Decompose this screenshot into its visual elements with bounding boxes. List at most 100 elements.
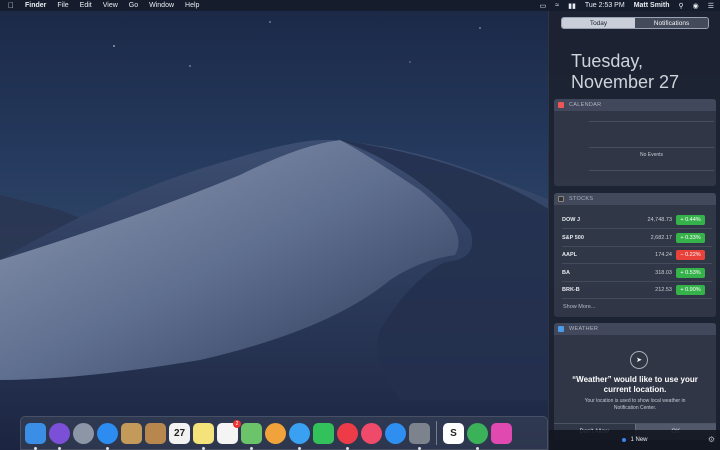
notification-center: Today Notifications Tuesday, November 27… xyxy=(548,11,720,450)
calendar-icon[interactable]: 27 xyxy=(169,422,190,444)
weather-permission-title-line1: “Weather” would like to use your xyxy=(572,375,698,384)
weather-header-label: WEATHER xyxy=(569,326,599,332)
dock-separator xyxy=(436,421,437,445)
evernote-icon[interactable] xyxy=(467,422,488,450)
photos-icon[interactable] xyxy=(265,422,286,444)
stock-change-badge[interactable]: + 0.33% xyxy=(676,232,705,243)
calendar-icon xyxy=(558,102,564,108)
facetime-icon[interactable] xyxy=(313,422,334,444)
calendar-header-label: CALENDAR xyxy=(569,102,602,108)
stocks-show-more-link[interactable]: Show More... xyxy=(563,304,595,310)
notification-center-icon[interactable]: ☰ xyxy=(708,2,714,10)
airplay-icon[interactable]: ▭ xyxy=(540,2,547,10)
maps-icon[interactable] xyxy=(241,422,262,450)
stock-row[interactable]: BRK-B 212.53 + 0.90% xyxy=(562,282,712,299)
running-indicator xyxy=(202,446,205,450)
new-indicator-dot xyxy=(622,438,627,442)
tab-today[interactable]: Today xyxy=(562,18,635,28)
today-notifications-segmented-control: Today Notifications xyxy=(561,17,709,29)
colorful-app-icon[interactable] xyxy=(491,422,512,444)
stock-row[interactable]: BA 318.03 + 0.53% xyxy=(562,265,712,282)
stock-price: 318.03 xyxy=(655,269,672,276)
weather-icon xyxy=(558,326,564,332)
notification-badge: 2 xyxy=(233,419,241,428)
calendar-label: 27 xyxy=(173,427,186,439)
launchpad-icon[interactable] xyxy=(73,422,94,444)
apple-menu-icon[interactable]:  xyxy=(8,1,14,10)
calendar-widget: CALENDAR No Events xyxy=(554,99,716,186)
calendar-widget-header: CALENDAR xyxy=(554,99,716,111)
calendar-timeline: No Events xyxy=(589,121,714,171)
weather-permission-description: Your location is used to show local weat… xyxy=(584,398,686,411)
running-indicator xyxy=(476,446,479,450)
dock: 27 2 S xyxy=(20,416,548,450)
running-indicator xyxy=(58,446,61,450)
menu-view[interactable]: View xyxy=(103,2,118,9)
stock-symbol: AAPL xyxy=(562,252,577,258)
running-indicator xyxy=(34,446,37,450)
stock-change-badge[interactable]: + 0.44% xyxy=(676,215,705,225)
weather-permission-title: “Weather” would like to use your current… xyxy=(554,375,716,395)
location-arrow-icon: ➤ xyxy=(630,351,648,369)
stock-row[interactable]: AAPL 174.24 − 0.22% xyxy=(562,247,712,264)
wifi-icon[interactable]: ≈ xyxy=(555,2,559,9)
date-weekday: Tuesday, xyxy=(571,51,644,71)
menu-window[interactable]: Window xyxy=(149,2,174,9)
slack-icon[interactable]: S xyxy=(443,422,464,444)
new-widgets-button[interactable]: 1 New xyxy=(630,437,647,443)
menu-edit[interactable]: Edit xyxy=(80,2,92,9)
calendar-divider xyxy=(589,147,714,148)
battery-icon[interactable]: ▮▮ xyxy=(568,2,576,10)
menu-clock[interactable]: Tue 2:53 PM xyxy=(585,2,625,9)
stock-symbol: BRK-B xyxy=(562,287,580,293)
preview-photo-icon[interactable] xyxy=(121,422,142,444)
tab-notifications[interactable]: Notifications xyxy=(635,18,708,28)
menu-help[interactable]: Help xyxy=(185,2,199,9)
stock-change-badge[interactable]: + 0.90% xyxy=(676,285,705,295)
contacts-icon[interactable] xyxy=(145,422,166,444)
stock-symbol: DOW J xyxy=(562,217,581,223)
settings-gear-icon[interactable]: ⚙ xyxy=(708,435,715,444)
stock-price: 24,748.73 xyxy=(647,217,672,223)
running-indicator xyxy=(346,446,349,450)
menu-file[interactable]: File xyxy=(57,2,68,9)
running-indicator xyxy=(106,446,109,450)
menu-user[interactable]: Matt Smith xyxy=(634,2,670,9)
app-store-icon[interactable] xyxy=(385,422,406,444)
running-indicator xyxy=(298,446,301,450)
stock-symbol: S&P 500 xyxy=(562,234,584,241)
stock-row[interactable]: DOW J 24,748.73 + 0.44% xyxy=(562,212,712,229)
running-indicator xyxy=(418,446,421,450)
spotlight-icon[interactable]: ⚲ xyxy=(678,2,683,10)
weather-widget: WEATHER ➤ “Weather” would like to use yo… xyxy=(554,323,716,440)
safari-icon[interactable] xyxy=(97,422,118,450)
stock-change-badge[interactable]: + 0.53% xyxy=(676,267,705,278)
menu-go[interactable]: Go xyxy=(129,2,138,9)
system-preferences-icon[interactable] xyxy=(409,422,430,450)
stock-price: 2,682.17 xyxy=(650,234,672,241)
siri-icon[interactable] xyxy=(49,422,70,450)
finder-icon[interactable] xyxy=(25,422,46,450)
date-month-day: November 27 xyxy=(571,72,680,92)
stocks-header-label: STOCKS xyxy=(569,196,594,202)
music-icon[interactable] xyxy=(361,422,382,444)
stocks-icon xyxy=(558,196,564,202)
stock-price: 174.24 xyxy=(655,252,672,258)
stock-symbol: BA xyxy=(562,269,570,276)
menu-bar:  Finder File Edit View Go Window Help ▭… xyxy=(0,0,720,11)
reminders-icon[interactable]: 2 xyxy=(217,419,241,444)
notes-icon[interactable] xyxy=(193,422,214,450)
slack-label: S xyxy=(450,427,457,439)
stock-change-badge[interactable]: − 0.22% xyxy=(676,250,705,260)
weather-widget-header: WEATHER xyxy=(554,323,716,335)
stock-price: 212.53 xyxy=(655,287,672,293)
stock-row[interactable]: S&P 500 2,682.17 + 0.33% xyxy=(562,230,712,247)
running-indicator xyxy=(250,446,253,450)
notification-center-footer: 1 New ⚙ xyxy=(549,430,720,450)
siri-menu-icon[interactable]: ◉ xyxy=(693,2,699,10)
news-icon[interactable] xyxy=(337,422,358,450)
stocks-widget: STOCKS DOW J 24,748.73 + 0.44% S&P 500 2,682… xyxy=(554,193,716,317)
no-events-label: No Events xyxy=(639,152,664,158)
messages-icon[interactable] xyxy=(289,422,310,450)
menu-app-name[interactable]: Finder xyxy=(25,2,46,9)
